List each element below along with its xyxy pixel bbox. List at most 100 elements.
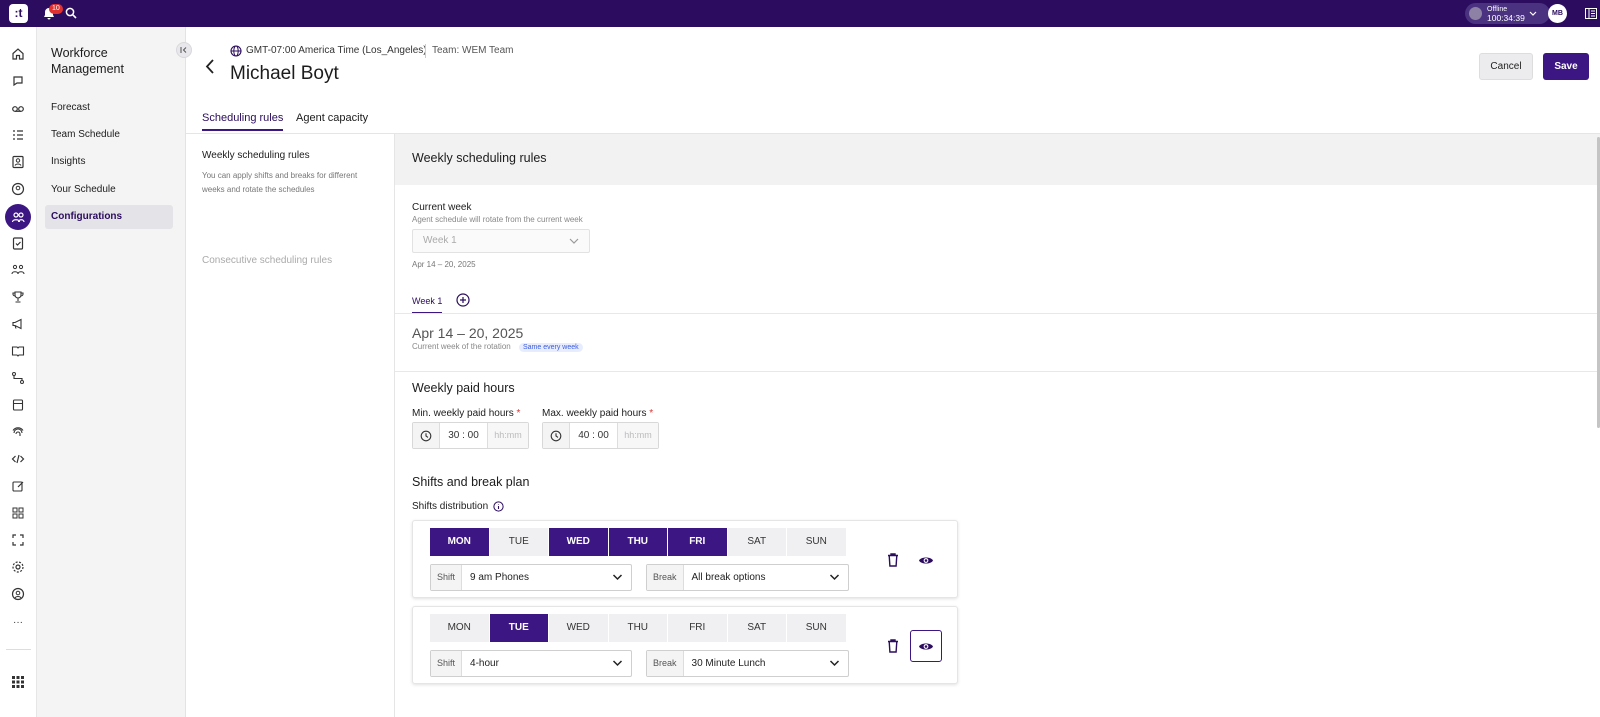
- eye-icon: [919, 643, 933, 649]
- save-button[interactable]: Save: [1543, 53, 1589, 80]
- search-icon[interactable]: [65, 7, 77, 19]
- day-toggle-tue[interactable]: TUE: [489, 528, 549, 556]
- people-icon[interactable]: [9, 261, 27, 279]
- eye-icon: [919, 557, 933, 563]
- section-link-consecutive[interactable]: Consecutive scheduling rules: [202, 255, 332, 266]
- day-toggle-sat[interactable]: SAT: [727, 528, 787, 556]
- info-icon[interactable]: [493, 501, 504, 512]
- agent-status-selector[interactable]: Offline 100:34:39: [1465, 3, 1550, 24]
- current-week-select[interactable]: Week 1: [412, 229, 590, 253]
- break-value: All break options: [691, 572, 766, 583]
- tab-scheduling-rules[interactable]: Scheduling rules: [202, 112, 284, 131]
- trash-icon[interactable]: [886, 638, 900, 654]
- day-toggle-mon[interactable]: MON: [430, 614, 490, 642]
- screen-capture-icon[interactable]: [9, 531, 27, 549]
- max-hours-value[interactable]: 40 : 00: [570, 423, 618, 448]
- trash-icon[interactable]: [886, 552, 900, 568]
- clock-icon: [413, 423, 440, 448]
- day-toggle-sat[interactable]: SAT: [727, 614, 787, 642]
- cancel-button[interactable]: Cancel: [1479, 53, 1533, 80]
- rail-divider: [6, 649, 31, 650]
- flow-icon[interactable]: [9, 369, 27, 387]
- max-hours-placeholder: hh:mm: [618, 423, 658, 448]
- week-rotation-label: Current week of the rotation: [412, 342, 511, 351]
- nav-item-insights[interactable]: Insights: [45, 150, 173, 174]
- shift-value: 4-hour: [470, 658, 499, 669]
- min-hours-input[interactable]: 30 : 00 hh:mm: [412, 422, 529, 449]
- agent-icon[interactable]: [9, 180, 27, 198]
- clipboard-icon[interactable]: [9, 234, 27, 252]
- min-hours-value[interactable]: 30 : 00: [440, 423, 488, 448]
- back-arrow-icon[interactable]: [205, 59, 215, 74]
- rules-section-list: Weekly scheduling rules You can apply sh…: [186, 134, 394, 717]
- panel-title: Weekly scheduling rules: [412, 151, 547, 165]
- side-panel-icon[interactable]: [1585, 8, 1597, 19]
- chevron-down-icon: [829, 574, 840, 581]
- more-icon[interactable]: ···: [9, 613, 27, 631]
- status-timer: 100:34:39: [1487, 12, 1525, 23]
- status-text: Offline 100:34:39: [1487, 6, 1525, 22]
- section-link-weekly[interactable]: Weekly scheduling rules: [202, 150, 310, 161]
- max-hours-input[interactable]: 40 : 00 hh:mm: [542, 422, 659, 449]
- preview-button[interactable]: [910, 630, 942, 662]
- nav-item-configurations[interactable]: Configurations: [45, 205, 173, 229]
- day-selector: MON TUE WED THU FRI SAT SUN: [430, 528, 847, 556]
- fingerprint-icon[interactable]: [9, 423, 27, 441]
- header-divider: [425, 44, 426, 58]
- required-mark: *: [649, 408, 654, 419]
- day-toggle-mon[interactable]: MON: [430, 528, 490, 556]
- nav-item-forecast[interactable]: Forecast: [45, 96, 173, 120]
- chevron-down-icon: [1529, 11, 1537, 16]
- contact-card-icon[interactable]: [9, 153, 27, 171]
- list-icon[interactable]: [9, 126, 27, 144]
- megaphone-icon[interactable]: [9, 315, 27, 333]
- status-dot: [1469, 7, 1482, 20]
- break-prefix: Break: [647, 565, 684, 590]
- tab-week-1[interactable]: Week 1: [412, 296, 443, 314]
- add-week-icon[interactable]: [456, 293, 470, 307]
- divider: [395, 371, 1600, 372]
- apps-grid-icon[interactable]: [9, 673, 27, 691]
- timezone-label: GMT-07:00 America Time (Los_Angeles): [246, 45, 427, 56]
- day-toggle-fri[interactable]: FRI: [668, 614, 728, 642]
- collapse-nav-button[interactable]: [176, 42, 192, 58]
- day-toggle-sun[interactable]: SUN: [787, 614, 847, 642]
- section-weekly-description: You can apply shifts and breaks for diff…: [202, 171, 358, 194]
- globe-icon: [230, 45, 242, 57]
- day-toggle-tue[interactable]: TUE: [489, 614, 549, 642]
- shift-select[interactable]: Shift 9 am Phones: [430, 564, 632, 591]
- day-toggle-wed[interactable]: WED: [549, 614, 609, 642]
- shift-select[interactable]: Shift 4-hour: [430, 650, 632, 677]
- day-toggle-sun[interactable]: SUN: [787, 528, 847, 556]
- day-toggle-thu[interactable]: THU: [608, 614, 668, 642]
- wfm-team-icon[interactable]: [5, 204, 31, 230]
- edit-icon[interactable]: [9, 477, 27, 495]
- nav-item-your-schedule[interactable]: Your Schedule: [45, 178, 173, 202]
- database-icon[interactable]: [9, 396, 27, 414]
- app-rail: ···: [0, 27, 37, 717]
- preview-button[interactable]: [910, 544, 942, 576]
- day-toggle-wed[interactable]: WED: [549, 528, 609, 556]
- trophy-icon[interactable]: [9, 288, 27, 306]
- chat-bubble-icon[interactable]: [9, 72, 27, 90]
- widgets-icon[interactable]: [9, 504, 27, 522]
- shift-plan-card: MON TUE WED THU FRI SAT SUN Shift 4-hour…: [412, 606, 958, 684]
- break-select[interactable]: Break All break options: [646, 564, 849, 591]
- panel-header: Weekly scheduling rules: [395, 134, 1600, 185]
- code-icon[interactable]: [9, 450, 27, 468]
- day-toggle-fri[interactable]: FRI: [668, 528, 728, 556]
- chevron-down-icon: [612, 574, 623, 581]
- tab-agent-capacity[interactable]: Agent capacity: [296, 112, 368, 129]
- break-select[interactable]: Break 30 Minute Lunch: [646, 650, 849, 677]
- book-icon[interactable]: [9, 342, 27, 360]
- day-toggle-thu[interactable]: THU: [608, 528, 668, 556]
- support-icon[interactable]: [9, 585, 27, 603]
- avatar[interactable]: MB: [1548, 4, 1567, 23]
- gear-icon[interactable]: [9, 558, 27, 576]
- home-icon[interactable]: [9, 45, 27, 63]
- shift-value: 9 am Phones: [470, 572, 529, 583]
- chevron-down-icon: [612, 660, 623, 667]
- app-logo[interactable]: :t: [9, 4, 28, 23]
- nav-item-team-schedule[interactable]: Team Schedule: [45, 123, 173, 147]
- voicemail-icon[interactable]: [9, 99, 27, 117]
